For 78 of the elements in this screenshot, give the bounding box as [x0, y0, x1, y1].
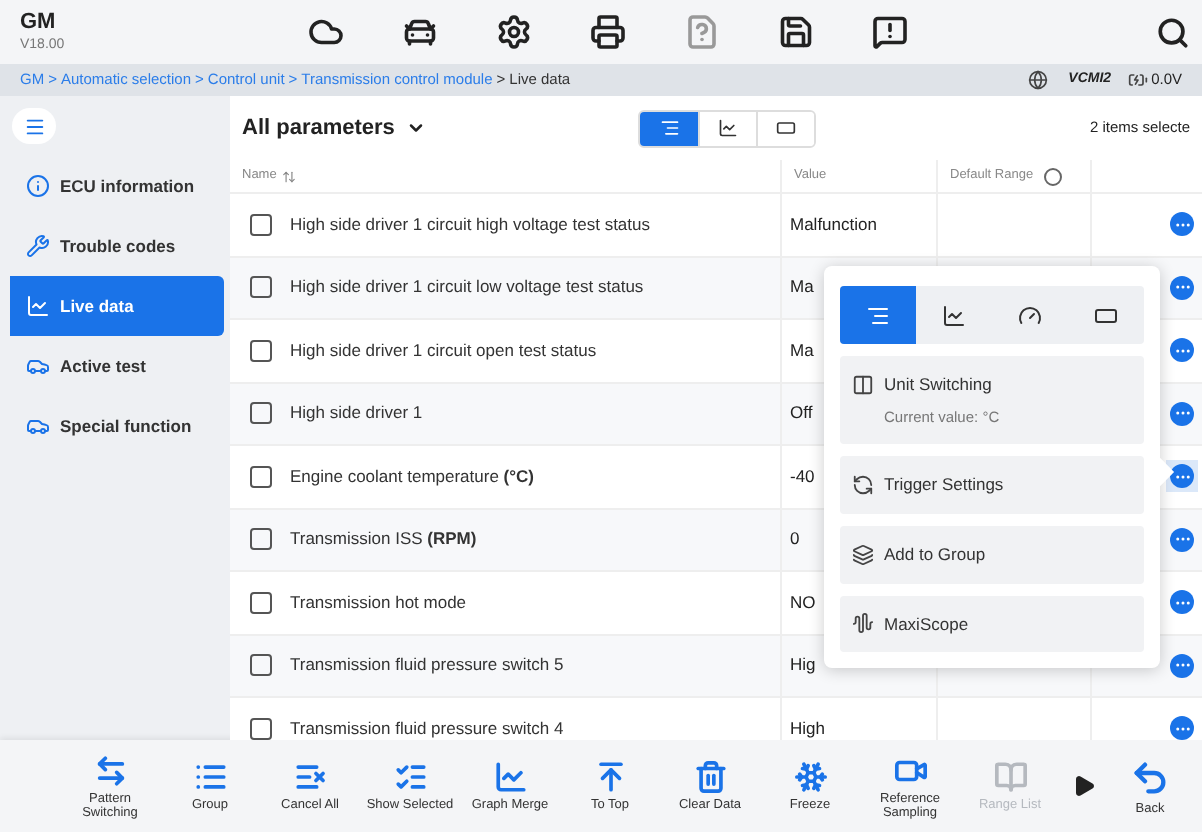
trigger-icon — [852, 473, 874, 496]
printer-icon[interactable] — [590, 14, 626, 50]
parameter-name: Transmission ISS (RPM) — [290, 526, 477, 553]
row-checkbox[interactable] — [250, 654, 272, 677]
sidebar-item[interactable]: ECU information — [10, 156, 224, 216]
parameter-name: Transmission fluid pressure switch 5 — [290, 652, 564, 679]
switch-icon — [93, 753, 127, 787]
group-icon — [852, 543, 874, 566]
graph-icon — [718, 118, 738, 138]
popup-menu-item[interactable]: MaxiScope — [840, 595, 1144, 653]
car-icon — [26, 414, 50, 438]
car-icon — [26, 354, 50, 378]
chart-icon — [26, 294, 50, 318]
caret-icon — [406, 118, 427, 138]
alert-icon[interactable] — [872, 14, 908, 50]
info-icon — [26, 174, 50, 198]
text-view-icon — [659, 118, 679, 138]
search-icon[interactable] — [1156, 15, 1190, 49]
parameter-value: Ma — [790, 274, 814, 301]
menu-toggle-button[interactable] — [12, 108, 56, 144]
parameter-value: Hig — [790, 652, 816, 679]
row-checkbox[interactable] — [250, 339, 272, 362]
trash-icon — [693, 760, 727, 794]
sidebar-item[interactable]: Active test — [10, 336, 224, 396]
range-info-icon[interactable] — [1043, 167, 1062, 185]
row-checkbox[interactable] — [250, 276, 272, 299]
back-icon — [1130, 757, 1170, 797]
to-top-icon — [593, 760, 627, 794]
parameter-value: -40 — [790, 463, 815, 490]
popup-menu-item[interactable]: Add to Group — [840, 525, 1144, 583]
gauge-icon — [1018, 303, 1042, 327]
row-checkbox[interactable] — [250, 213, 272, 236]
filter-dropdown[interactable]: All parameters — [242, 111, 638, 145]
parameter-name: High side driver 1 circuit high voltage test status — [290, 211, 651, 238]
checklist-icon — [393, 760, 427, 794]
list-icon — [193, 760, 227, 794]
row-checkbox[interactable] — [250, 402, 272, 425]
view-tab[interactable] — [756, 111, 814, 145]
play-icon[interactable] — [1072, 774, 1096, 798]
car-icon[interactable] — [402, 14, 438, 50]
sidebar-item[interactable]: Live data — [10, 276, 224, 336]
row-checkbox[interactable] — [250, 591, 272, 614]
row-checkbox[interactable] — [250, 465, 272, 488]
more-button[interactable] — [1166, 712, 1198, 740]
graph-merge-icon — [493, 760, 527, 794]
parameter-value: NO — [790, 589, 816, 616]
parameter-name: High side driver 1 circuit open test status — [290, 337, 597, 364]
save-icon[interactable] — [778, 14, 814, 50]
book-icon — [993, 760, 1027, 794]
parameter-name: High side driver 1 circuit low voltage test status — [290, 274, 644, 301]
parameter-value: High — [790, 715, 825, 740]
parameter-name: High side driver 1 — [290, 400, 423, 427]
sort-icon[interactable] — [282, 169, 297, 183]
parameter-name: Transmission hot mode — [290, 589, 467, 616]
snowflake-icon — [793, 760, 827, 794]
parameter-value: 0 — [790, 526, 800, 553]
row-checkbox[interactable] — [250, 528, 272, 551]
parameter-name: Engine coolant temperature (°C) — [290, 463, 534, 490]
parameter-value: Ma — [790, 337, 814, 364]
sidebar-item[interactable]: Trouble codes — [10, 216, 224, 276]
settings-icon[interactable] — [496, 14, 532, 50]
bar-view-icon — [776, 118, 796, 138]
sidebar-item[interactable]: Special function — [10, 396, 224, 456]
waveform-icon — [852, 612, 874, 635]
bar-view-icon — [1094, 303, 1118, 327]
unit-icon — [852, 373, 874, 396]
app-title: GM — [20, 12, 58, 34]
menu-icon — [23, 115, 45, 137]
battery-icon — [1127, 70, 1148, 90]
parameter-value: Off — [790, 400, 813, 427]
parameter-value: Malfunction — [790, 211, 877, 238]
graph-icon — [942, 303, 966, 327]
network-icon — [1028, 70, 1049, 90]
text-view-icon — [866, 303, 890, 327]
popup-menu-item[interactable]: Trigger Settings — [840, 456, 1144, 514]
list-x-icon — [293, 760, 327, 794]
parameter-name: Transmission fluid pressure switch 4 — [290, 715, 564, 740]
more-button[interactable] — [1166, 460, 1198, 493]
